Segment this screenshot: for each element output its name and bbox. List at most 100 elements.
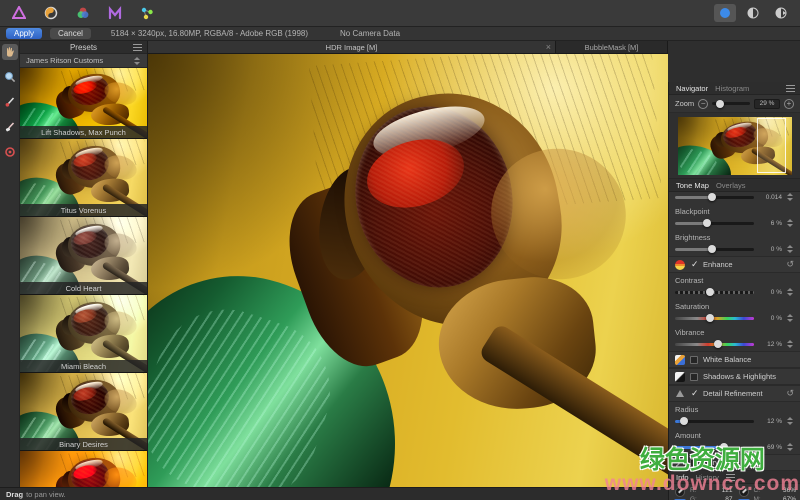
develop-persona-icon[interactable]: [72, 4, 94, 23]
detail-refinement-checkbox[interactable]: [690, 388, 699, 399]
eyedropper-icon[interactable]: [675, 487, 685, 497]
slider-value: 0 %: [770, 288, 782, 296]
tab-info[interactable]: Info: [676, 473, 689, 482]
split-view-icon[interactable]: [742, 4, 764, 22]
status-bar: Drag to pan view.: [0, 487, 668, 500]
color-readouts: R:121 G:87 B:0 A:255 C:36% M:67%: [669, 484, 800, 500]
paint-brush-tool-icon[interactable]: [2, 94, 18, 110]
stepper-icon[interactable]: [786, 219, 794, 227]
zoom-in-button[interactable]: +: [784, 98, 794, 109]
stepper-icon[interactable]: [786, 245, 794, 253]
preset-thumbnail: [20, 451, 147, 487]
shadows-highlights-checkbox[interactable]: [690, 372, 698, 381]
channel-value: 87: [725, 496, 733, 500]
tab-histogram[interactable]: Histogram: [715, 84, 749, 93]
slider-track[interactable]: [675, 219, 754, 227]
slider-track[interactable]: [675, 193, 754, 201]
preset-category-select[interactable]: James Ritson Customs: [20, 54, 147, 68]
slider-label: Contrast: [675, 276, 704, 285]
reset-icon[interactable]: ↺: [786, 259, 794, 270]
white-balance-checkbox[interactable]: [690, 355, 698, 364]
slider-track[interactable]: [675, 340, 754, 348]
document-tab-label: BubbleMask [M]: [584, 42, 639, 52]
preset-name: Titus Vorenus: [20, 204, 147, 216]
tone-mapping-persona-icon[interactable]: [104, 4, 126, 23]
preset-name: Lift Shadows, Max Punch: [20, 126, 147, 138]
canvas-area: HDR Image [M] × BubbleMask [M]: [148, 41, 668, 487]
channel-value: 67%: [782, 496, 796, 500]
preset-item[interactable]: [20, 451, 147, 487]
tab-overlays[interactable]: Overlays: [716, 181, 746, 190]
slider-value: 12 %: [767, 340, 782, 348]
apply-button[interactable]: Apply: [6, 28, 43, 39]
main-area: Presets James Ritson Customs Lift Shadow…: [0, 41, 800, 500]
curves-section[interactable]: Curves: [669, 454, 800, 471]
slider-track[interactable]: [675, 417, 754, 425]
tab-navigator[interactable]: Navigator: [676, 84, 708, 93]
close-tab-icon[interactable]: ×: [546, 42, 551, 52]
detail-refinement-section[interactable]: Detail Refinement ↺: [669, 385, 800, 402]
view-mode-buttons: [714, 4, 792, 22]
eyedropper-icon[interactable]: [738, 487, 749, 497]
zoom-out-button[interactable]: −: [698, 98, 709, 109]
reset-icon[interactable]: ↺: [786, 388, 794, 399]
stepper-icon[interactable]: [786, 314, 794, 322]
enhance-checkbox[interactable]: [690, 259, 699, 270]
export-persona-icon[interactable]: [136, 4, 158, 23]
preset-list: Lift Shadows, Max Punch Titus Vorenus Co…: [20, 68, 147, 487]
tab-tone-map[interactable]: Tone Map: [676, 181, 709, 190]
white-balance-section[interactable]: White Balance: [669, 351, 800, 368]
document-tab-bubblemask[interactable]: BubbleMask [M]: [556, 41, 668, 53]
zoom-tool-icon[interactable]: [2, 69, 18, 85]
channel-value: 36%: [782, 487, 796, 494]
shadows-highlights-section[interactable]: Shadows & Highlights: [669, 368, 800, 385]
single-view-icon[interactable]: [714, 4, 736, 22]
view-tool-icon[interactable]: [1, 44, 18, 60]
curves-checkbox[interactable]: [690, 458, 698, 467]
navigator-view-rectangle[interactable]: [757, 118, 786, 173]
slider-value: 0.014: [765, 193, 782, 201]
stepper-icon[interactable]: [786, 340, 794, 348]
photo-persona-icon[interactable]: [8, 4, 30, 23]
category-stepper-icon[interactable]: [133, 56, 141, 65]
erase-brush-tool-icon[interactable]: [2, 119, 18, 135]
image-viewport[interactable]: [148, 54, 668, 487]
mirror-view-icon[interactable]: [770, 4, 792, 22]
preset-item[interactable]: Titus Vorenus: [20, 139, 147, 217]
slider-track[interactable]: [675, 314, 754, 322]
zoom-slider[interactable]: [712, 99, 750, 108]
stepper-icon[interactable]: [786, 288, 794, 296]
slider-track[interactable]: [675, 288, 754, 296]
liquify-persona-icon[interactable]: [40, 4, 62, 23]
document-tab-hdr-image[interactable]: HDR Image [M] ×: [148, 41, 556, 53]
channel-label: R:: [690, 487, 697, 494]
zoom-value: 29 %: [754, 98, 780, 109]
slider-value: 69 %: [767, 443, 782, 451]
tab-history[interactable]: History: [696, 473, 719, 482]
tone-compression-slider-row: 0.014: [669, 192, 800, 204]
stepper-icon[interactable]: [786, 443, 794, 451]
status-bold: Drag: [6, 489, 24, 499]
stepper-icon[interactable]: [786, 193, 794, 201]
panel-menu-icon[interactable]: [133, 43, 142, 51]
preset-item[interactable]: Cold Heart: [20, 217, 147, 295]
preset-item[interactable]: Lift Shadows, Max Punch: [20, 68, 147, 139]
channel-value: 121: [721, 487, 733, 494]
stepper-icon[interactable]: [786, 417, 794, 425]
tone-map-panel-tabs: Tone Map Overlays: [669, 179, 800, 192]
enhance-section[interactable]: Enhance ↺: [669, 256, 800, 273]
slider-track[interactable]: [675, 443, 754, 451]
flood-erase-tool-icon[interactable]: [2, 144, 18, 160]
preset-item[interactable]: Binary Desires: [20, 373, 147, 451]
slider-value: 6 %: [770, 219, 782, 227]
detail-refinement-icon: [675, 388, 685, 400]
persona-toolbar: [0, 0, 800, 27]
preset-item[interactable]: Miami Bleach: [20, 295, 147, 373]
slider-track[interactable]: [675, 245, 754, 253]
panel-menu-icon[interactable]: [786, 84, 795, 92]
cancel-button[interactable]: Cancel: [50, 28, 91, 39]
slider-value: 0 %: [770, 245, 782, 253]
navigator-preview[interactable]: [669, 113, 800, 179]
enhance-label: Enhance: [703, 260, 733, 269]
panel-menu-icon[interactable]: [725, 473, 735, 481]
